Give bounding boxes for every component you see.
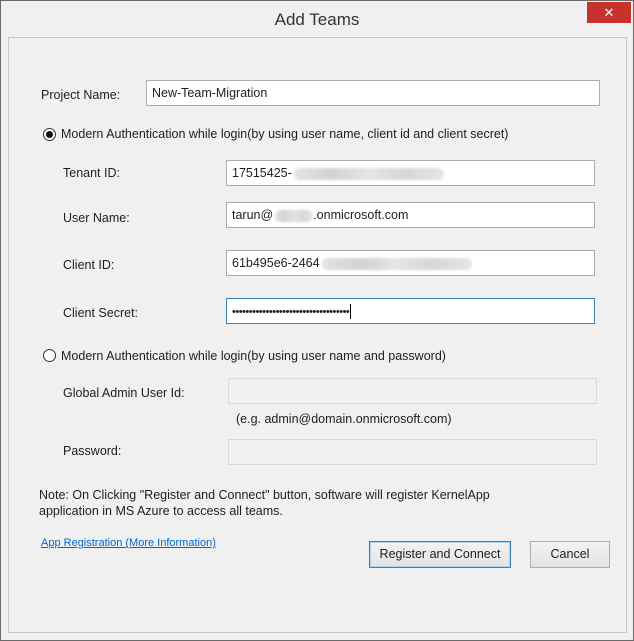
redacted-blur bbox=[293, 167, 444, 180]
modern-auth-password-label: Modern Authentication while login(by usi… bbox=[61, 349, 446, 363]
global-admin-input[interactable] bbox=[228, 378, 597, 404]
user-name-prefix: tarun@ bbox=[232, 208, 274, 222]
project-name-input[interactable]: New-Team-Migration bbox=[146, 80, 600, 106]
text-caret bbox=[350, 304, 352, 320]
note-line-2: application in MS Azure to access all te… bbox=[39, 504, 283, 518]
app-registration-link[interactable]: App Registration (More Information) bbox=[41, 537, 216, 549]
cancel-button[interactable]: Cancel bbox=[530, 541, 610, 568]
global-admin-label: Global Admin User Id: bbox=[63, 386, 185, 400]
modern-auth-client-secret-label: Modern Authentication while login(by usi… bbox=[61, 127, 509, 141]
tenant-id-label: Tenant ID: bbox=[63, 166, 120, 180]
user-name-suffix: .onmicrosoft.com bbox=[313, 208, 409, 222]
modern-auth-password-radio[interactable] bbox=[43, 349, 56, 362]
tenant-id-value: 17515425- bbox=[232, 166, 292, 180]
password-label: Password: bbox=[63, 444, 122, 458]
client-secret-input[interactable]: ••••••••••••••••••••••••••••••••••• bbox=[226, 298, 595, 324]
client-id-label: Client ID: bbox=[63, 258, 115, 272]
client-secret-value: ••••••••••••••••••••••••••••••••••• bbox=[232, 306, 350, 318]
register-and-connect-button[interactable]: Register and Connect bbox=[369, 541, 511, 568]
client-id-value: 61b495e6-2464 bbox=[232, 256, 320, 270]
client-secret-label: Client Secret: bbox=[63, 306, 139, 320]
dialog-title: Add Teams bbox=[274, 10, 360, 29]
close-button[interactable]: ✕ bbox=[587, 2, 631, 23]
user-name-input[interactable]: tarun@ .onmicrosoft.com bbox=[226, 202, 595, 228]
redacted-blur bbox=[275, 209, 314, 222]
note-line-1: Note: On Clicking "Register and Connect"… bbox=[39, 488, 490, 502]
user-name-label: User Name: bbox=[63, 211, 130, 225]
password-input[interactable] bbox=[228, 439, 597, 465]
radio-selected-dot bbox=[46, 131, 53, 138]
admin-example-hint: (e.g. admin@domain.onmicrosoft.com) bbox=[236, 412, 452, 426]
redacted-blur bbox=[321, 257, 472, 270]
project-name-label: Project Name: bbox=[41, 88, 121, 102]
title-bar: Add Teams ✕ bbox=[1, 1, 633, 37]
client-id-input[interactable]: 61b495e6-2464 bbox=[226, 250, 595, 276]
tenant-id-input[interactable]: 17515425- bbox=[226, 160, 595, 186]
modern-auth-client-secret-radio[interactable] bbox=[43, 128, 56, 141]
